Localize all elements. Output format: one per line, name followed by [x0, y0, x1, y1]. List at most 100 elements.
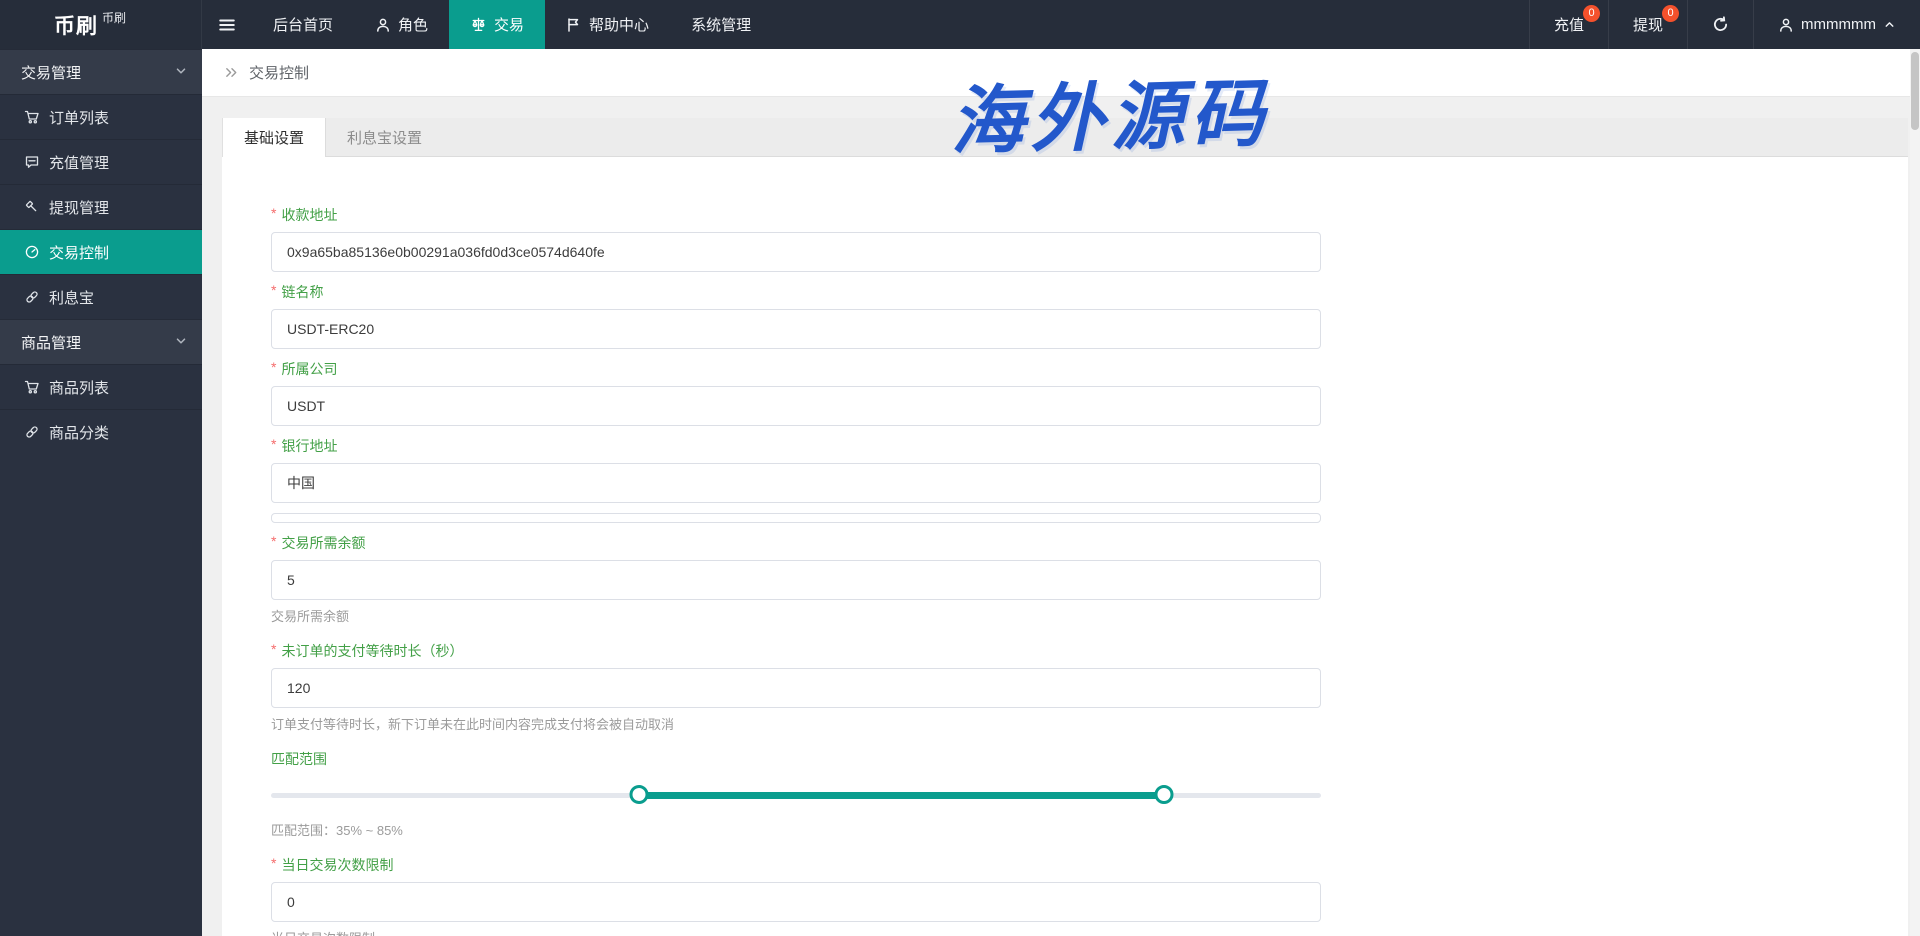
recharge-badge: 0 — [1583, 5, 1600, 22]
tab-label: 利息宝设置 — [347, 127, 422, 148]
top-navbar: 币刷 币刷 后台首页 角色 交易 — [0, 0, 1920, 49]
field-label-text: 所属公司 — [281, 359, 337, 379]
required-asterisk: * — [271, 855, 276, 871]
receive-address-input[interactable] — [271, 232, 1321, 272]
payment-wait-time-input[interactable] — [271, 668, 1321, 708]
refresh-icon — [1712, 16, 1729, 33]
scrollbar-thumb[interactable] — [1911, 52, 1919, 130]
tabs-header: 基础设置 利息宝设置 — [222, 118, 1908, 157]
basic-settings-form: * 收款地址 * 链名称 * — [222, 157, 1908, 936]
company-input[interactable] — [271, 386, 1321, 426]
sidebar-toggle-button[interactable] — [202, 0, 252, 49]
sidebar-item-label: 充值管理 — [49, 152, 109, 173]
collapsed-input — [271, 513, 1321, 523]
username: mmmmmm — [1801, 16, 1876, 33]
sidebar-item-label: 商品分类 — [49, 422, 109, 443]
field-bank-address: * 银行地址 — [271, 436, 1321, 503]
sidebar-item-order-list[interactable]: 订单列表 — [0, 94, 202, 139]
tab-label: 基础设置 — [244, 127, 304, 148]
sidebar-item-label: 商品列表 — [49, 377, 109, 398]
match-range-slider — [271, 776, 1321, 814]
field-receive-address: * 收款地址 — [271, 205, 1321, 272]
nav-item-label: 交易 — [494, 14, 524, 35]
sidebar-group-trade-management[interactable]: 交易管理 — [0, 49, 202, 94]
field-label: 匹配范围 — [271, 749, 1321, 769]
sidebar-group-label: 交易管理 — [21, 62, 81, 83]
field-helper-text: 匹配范围：35% ~ 85% — [271, 820, 1321, 839]
slider-handle-max[interactable] — [1154, 785, 1173, 804]
required-asterisk: * — [271, 205, 276, 221]
cart-icon — [24, 109, 40, 125]
sidebar-item-trade-control[interactable]: 交易控制 — [0, 229, 202, 274]
person-icon — [1778, 17, 1794, 33]
nav-item-label: 角色 — [398, 14, 428, 35]
user-menu[interactable]: mmmmmm — [1753, 0, 1920, 49]
sidebar-item-withdraw-management[interactable]: 提现管理 — [0, 184, 202, 229]
slider-handle-min[interactable] — [629, 785, 648, 804]
field-helper-text: 交易所需余额 — [271, 606, 1321, 625]
sidebar-item-interest-treasure[interactable]: 利息宝 — [0, 274, 202, 319]
nav-item-trade[interactable]: 交易 — [449, 0, 545, 49]
required-asterisk: * — [271, 641, 276, 657]
chat-icon — [24, 154, 40, 170]
nav-item-help-center[interactable]: 帮助中心 — [545, 0, 670, 49]
field-label: * 未订单的支付等待时长（秒） — [271, 641, 1321, 661]
sidebar: 交易管理 订单列表 充值管理 提现管理 交 — [0, 49, 202, 936]
field-chain-name: * 链名称 — [271, 282, 1321, 349]
nav-item-dashboard[interactable]: 后台首页 — [252, 0, 354, 49]
field-label-text: 匹配范围 — [271, 749, 327, 769]
required-asterisk: * — [271, 282, 276, 298]
nav-item-system[interactable]: 系统管理 — [670, 0, 772, 49]
brand-logo[interactable]: 币刷 币刷 — [0, 0, 202, 49]
recharge-button[interactable]: 充值 0 — [1529, 0, 1608, 49]
field-daily-trade-limit: * 当日交易次数限制 当日交易次数限制 — [271, 855, 1321, 936]
field-helper-text: 当日交易次数限制 — [271, 928, 1321, 936]
tab-basic-settings[interactable]: 基础设置 — [222, 118, 326, 157]
sidebar-item-label: 提现管理 — [49, 197, 109, 218]
field-label: * 所属公司 — [271, 359, 1321, 379]
sidebar-item-product-list[interactable]: 商品列表 — [0, 364, 202, 409]
breadcrumb-current: 交易控制 — [249, 62, 309, 83]
hamburger-icon — [218, 16, 236, 34]
main-area: 交易控制 基础设置 利息宝设置 * 收款地址 — [202, 49, 1920, 936]
nav-item-roles[interactable]: 角色 — [354, 0, 449, 49]
settings-card: 基础设置 利息宝设置 * 收款地址 — [222, 118, 1908, 936]
field-label-text: 银行地址 — [281, 436, 337, 456]
app-window: 币刷 币刷 后台首页 角色 交易 — [0, 0, 1920, 936]
slider-bar — [639, 792, 1164, 799]
link-icon — [24, 424, 40, 440]
field-company: * 所属公司 — [271, 359, 1321, 426]
field-label-text: 未订单的支付等待时长（秒） — [281, 641, 463, 661]
nav-item-label: 后台首页 — [273, 14, 333, 35]
sidebar-item-label: 交易控制 — [49, 242, 109, 263]
gavel-icon — [24, 199, 40, 215]
chain-name-input[interactable] — [271, 309, 1321, 349]
link-icon — [24, 289, 40, 305]
person-icon — [375, 17, 391, 33]
sidebar-item-recharge-management[interactable]: 充值管理 — [0, 139, 202, 184]
page-scrollbar — [1910, 49, 1920, 936]
field-match-range: 匹配范围 匹配范围：35% ~ 85% — [271, 749, 1321, 839]
sidebar-item-label: 订单列表 — [49, 107, 109, 128]
withdraw-label: 提现 — [1633, 14, 1663, 35]
field-label: * 收款地址 — [271, 205, 1321, 225]
sidebar-group-product-management[interactable]: 商品管理 — [0, 319, 202, 364]
tab-interest-settings[interactable]: 利息宝设置 — [326, 118, 443, 156]
required-asterisk: * — [271, 436, 276, 452]
bank-address-input[interactable] — [271, 463, 1321, 503]
sidebar-item-product-category[interactable]: 商品分类 — [0, 409, 202, 454]
required-balance-input[interactable] — [271, 560, 1321, 600]
navbar-right: 充值 0 提现 0 mmmmmm — [1529, 0, 1920, 49]
withdraw-button[interactable]: 提现 0 — [1608, 0, 1687, 49]
navbar-menu: 后台首页 角色 交易 帮助中心 系统管理 — [202, 0, 772, 49]
chevron-down-icon — [174, 64, 188, 78]
cart-icon — [24, 379, 40, 395]
refresh-button[interactable] — [1687, 0, 1753, 49]
nav-item-label: 帮助中心 — [589, 14, 649, 35]
breadcrumb: 交易控制 — [202, 49, 1920, 97]
field-label: * 交易所需余额 — [271, 533, 1321, 553]
scales-icon — [470, 16, 487, 33]
daily-trade-limit-input[interactable] — [271, 882, 1321, 922]
brand-logo-text: 币刷 — [54, 10, 98, 40]
recharge-label: 充值 — [1554, 14, 1584, 35]
